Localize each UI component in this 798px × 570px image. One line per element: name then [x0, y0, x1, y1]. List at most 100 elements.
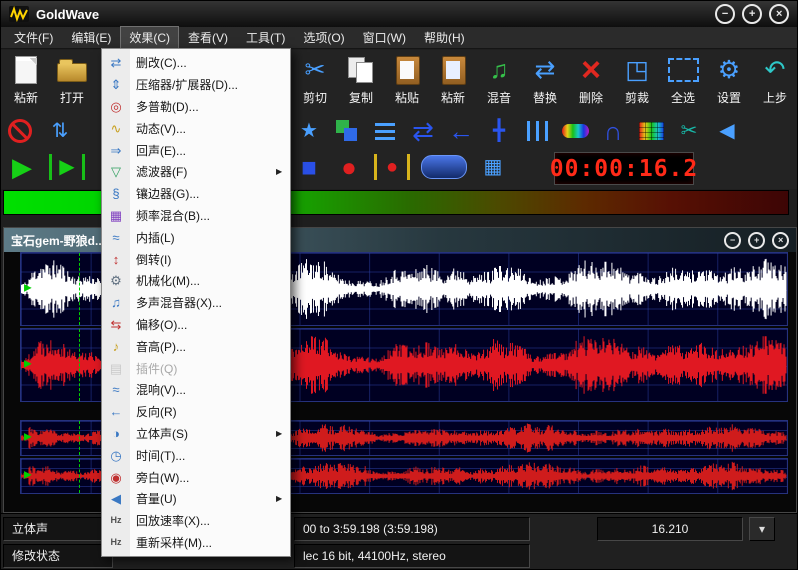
- toolbar-button-label: 删除: [579, 89, 603, 106]
- zoom-value-panel[interactable]: 16.210: [597, 517, 743, 541]
- playhead-line: [79, 253, 80, 325]
- record-selection-button[interactable]: ●: [374, 154, 410, 180]
- menu-item-reverb[interactable]: ≈ 混响(V)...: [102, 379, 290, 401]
- maximize-button[interactable]: +: [742, 4, 762, 24]
- zoom-dropdown-button[interactable]: ▾: [749, 517, 775, 541]
- delete-button[interactable]: × 删除: [568, 52, 614, 114]
- menu-view[interactable]: 查看(V): [179, 26, 237, 49]
- menu-item-volume[interactable]: ◀ 音量(U): [102, 488, 290, 510]
- menu-item-plugin[interactable]: ▤ 插件(Q): [102, 357, 290, 379]
- previous-step-button[interactable]: ↶ 上步: [752, 52, 797, 114]
- child-maximize-button[interactable]: +: [748, 232, 765, 249]
- reverb-icon: ≈: [102, 383, 130, 396]
- child-close-button[interactable]: ×: [772, 232, 789, 249]
- paste-new-button[interactable]: 粘新: [3, 52, 49, 114]
- bridge-button[interactable]: ∩: [598, 116, 628, 146]
- menu-item-stereo[interactable]: ◑ 立体声(S): [102, 423, 290, 445]
- crop-icon: ◳: [625, 58, 649, 83]
- monitor-button[interactable]: ◀: [712, 116, 742, 146]
- menu-item-doppler[interactable]: ◎ 多普勒(D)...: [102, 96, 290, 118]
- window-title: GoldWave: [36, 7, 99, 22]
- menu-item-offset[interactable]: ⇆ 偏移(O)...: [102, 314, 290, 336]
- menu-item-invert[interactable]: ↕ 倒转(I): [102, 248, 290, 270]
- copy-button[interactable]: 复制: [338, 52, 384, 114]
- stop-button[interactable]: ■: [294, 152, 324, 182]
- playhead-marker-icon[interactable]: [24, 471, 32, 481]
- clock-icon: ◷: [102, 449, 130, 462]
- play-selection-button[interactable]: ▶: [49, 154, 85, 180]
- toolbar-group-right2: ★ ⇄ ← ╋ ∩ ✂ ◀: [294, 116, 742, 146]
- menu-help[interactable]: 帮助(H): [415, 26, 474, 49]
- toolbar-group-left2: ⇅: [5, 116, 75, 146]
- menu-effects[interactable]: 效果(C): [120, 26, 179, 49]
- split-button[interactable]: ✂: [674, 116, 704, 146]
- menu-item-reverse[interactable]: ← 反向(R): [102, 401, 290, 423]
- trim-button[interactable]: ◳ 剪裁: [614, 52, 660, 114]
- menu-edit[interactable]: 编辑(E): [62, 26, 120, 49]
- play-button[interactable]: ▶: [7, 152, 37, 182]
- close-button[interactable]: ×: [769, 4, 789, 24]
- menu-item-resample[interactable]: Hz 重新采样(M)...: [102, 532, 290, 554]
- settings-button[interactable]: ⚙ 设置: [706, 52, 752, 114]
- menu-item-playback-rate[interactable]: Hz 回放速率(X)...: [102, 510, 290, 532]
- menu-item-flanger[interactable]: § 镶边器(G)...: [102, 183, 290, 205]
- cut-button[interactable]: ✂ 剪切: [292, 52, 338, 114]
- toolbar-button-label: 剪切: [303, 89, 327, 106]
- oval-control-button[interactable]: [420, 152, 468, 182]
- cue-list-button[interactable]: [370, 116, 400, 146]
- mixer-icon: ♫: [102, 296, 130, 309]
- channel-swap-button[interactable]: ⇄: [408, 116, 438, 146]
- menu-item-mixer[interactable]: ♫ 多声混音器(X)...: [102, 292, 290, 314]
- teal-scissors-icon: ✂: [681, 121, 698, 141]
- playhead-marker-icon[interactable]: [24, 284, 32, 294]
- marker-button[interactable]: ★: [294, 116, 324, 146]
- toolbar-button-icon: ◳: [615, 52, 659, 88]
- menu-item-filter[interactable]: ▽ 滤波器(F): [102, 161, 290, 183]
- select-all-button[interactable]: 全选: [660, 52, 706, 114]
- menu-item-dynamics[interactable]: ∿ 动态(V)...: [102, 117, 290, 139]
- pan-move-button[interactable]: ╋: [484, 116, 514, 146]
- compress-icon: ⇕: [102, 78, 130, 91]
- menu-item-time[interactable]: ◷ 时间(T)...: [102, 444, 290, 466]
- replace-button[interactable]: ⇄ 替换: [522, 52, 568, 114]
- equalizer-button[interactable]: [522, 116, 552, 146]
- paste-button[interactable]: 粘贴: [384, 52, 430, 114]
- time-display: 00:00:16.2: [554, 152, 694, 185]
- toolbar-button-icon: [339, 52, 383, 88]
- child-minimize-button[interactable]: −: [724, 232, 741, 249]
- spectrum-button[interactable]: [560, 116, 590, 146]
- menu-item-censor[interactable]: ⇄ 删改(C)...: [102, 52, 290, 74]
- no-sync-button[interactable]: [5, 116, 35, 146]
- minimize-button[interactable]: −: [715, 4, 735, 24]
- menu-options[interactable]: 选项(O): [294, 26, 353, 49]
- menu-item-frequency-blend[interactable]: ▦ 频率混合(B)...: [102, 205, 290, 227]
- toolbar-button-label: 复制: [349, 89, 373, 106]
- menu-tools[interactable]: 工具(T): [237, 26, 294, 49]
- shift-left-button[interactable]: ←: [446, 116, 476, 146]
- window-layout-button[interactable]: ▦: [478, 152, 508, 182]
- menu-item-interpolate[interactable]: ≈ 内插(L): [102, 226, 290, 248]
- menu-item-label: 多普勒(D)...: [130, 98, 276, 115]
- menu-file[interactable]: 文件(F): [5, 26, 62, 49]
- menu-item-echo[interactable]: ⇒ 回声(E)...: [102, 139, 290, 161]
- menu-item-mechanize[interactable]: ⚙ 机械化(M)...: [102, 270, 290, 292]
- submenu-arrow-icon: [276, 429, 290, 438]
- menu-item-compressor-expander[interactable]: ⇕ 压缩器/扩展器(D)...: [102, 74, 290, 96]
- menu-item-label: 删改(C)...: [130, 54, 276, 71]
- open-button[interactable]: 打开: [49, 52, 95, 114]
- paste-new-button-2[interactable]: 粘新: [430, 52, 476, 114]
- menu-item-voice-over[interactable]: ◉ 旁白(W)...: [102, 466, 290, 488]
- mix-button[interactable]: ♫ 混音: [476, 52, 522, 114]
- record-selection-icon: ●: [386, 157, 398, 177]
- playhead-marker-icon[interactable]: [24, 433, 32, 443]
- layers-button[interactable]: [332, 116, 362, 146]
- toolbar-button-label: 设置: [717, 89, 741, 106]
- menu-item-pitch[interactable]: ♪ 音高(P)...: [102, 335, 290, 357]
- playhead-marker-icon[interactable]: [24, 360, 32, 370]
- record-button[interactable]: ●: [334, 152, 364, 182]
- menu-window[interactable]: 窗口(W): [354, 26, 415, 49]
- toolbar-button-icon: ↶: [753, 52, 797, 88]
- scissors-icon: ✂: [305, 58, 326, 83]
- vertical-zoom-button[interactable]: ⇅: [45, 116, 75, 146]
- spectrogram-button[interactable]: [636, 116, 666, 146]
